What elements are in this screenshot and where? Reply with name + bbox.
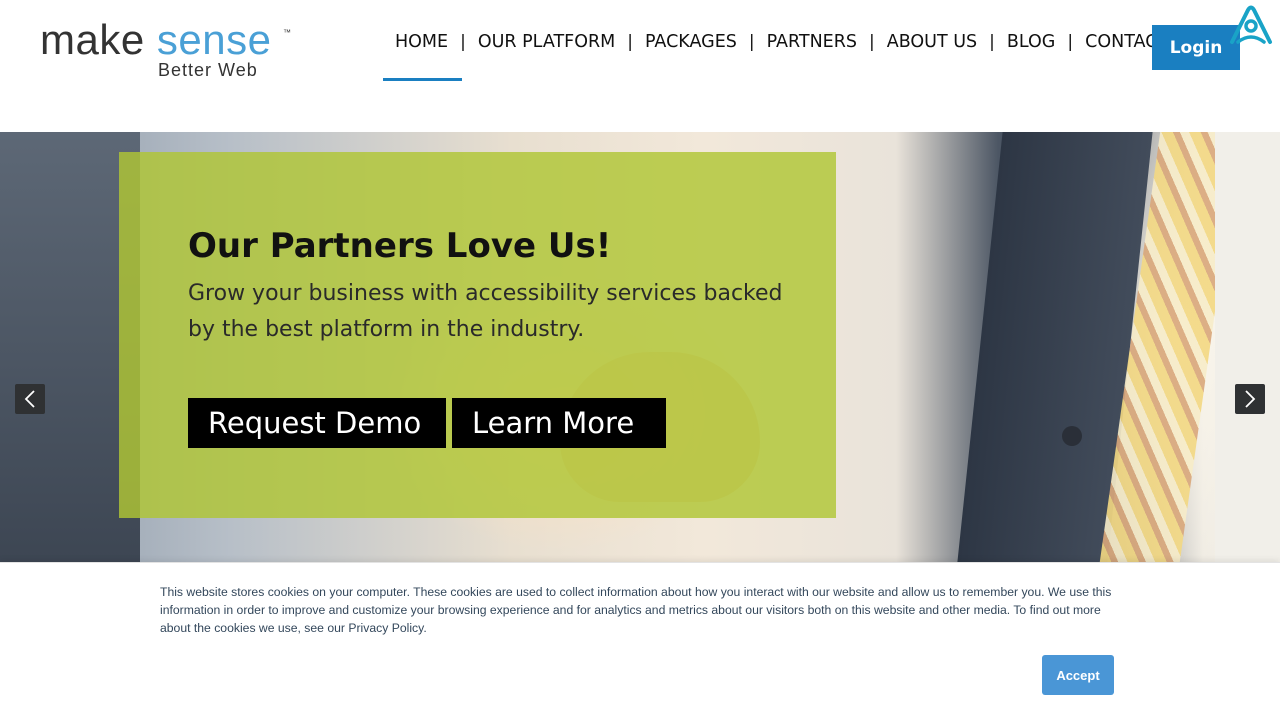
hero-subtitle: Grow your business with accessibility se…: [188, 281, 783, 342]
nav-item-home[interactable]: HOME: [383, 30, 460, 54]
nav-item-partners[interactable]: PARTNERS: [755, 30, 869, 54]
learn-more-button[interactable]: Learn More: [452, 398, 666, 448]
nav-item-our-platform[interactable]: OUR PLATFORM: [466, 30, 627, 54]
logo-make-text: make: [40, 16, 145, 63]
cookie-end-punct: .: [423, 621, 427, 635]
request-demo-button[interactable]: Request Demo: [188, 398, 446, 448]
privacy-policy-link[interactable]: Privacy Policy: [348, 621, 423, 635]
nav-item-about-us[interactable]: ABOUT US: [875, 30, 989, 54]
main-nav: HOME | OUR PLATFORM | PACKAGES | PARTNER…: [383, 30, 1180, 54]
nav-item-blog[interactable]: BLOG: [995, 30, 1067, 54]
accept-cookies-button[interactable]: Accept: [1042, 655, 1114, 695]
nav-active-indicator: [383, 78, 462, 81]
carousel-prev-button[interactable]: [15, 384, 45, 414]
hero-photo-shirt: [1215, 132, 1280, 562]
logo-tagline: Better Web: [158, 60, 258, 80]
hero-text-panel: Our Partners Love Us! Grow your business…: [119, 152, 836, 518]
cookie-banner: This website stores cookies on your comp…: [0, 562, 1280, 720]
carousel-next-button[interactable]: [1235, 384, 1265, 414]
accessibility-icon-svg: [1230, 5, 1272, 44]
hero-carousel: Our Partners Love Us! Grow your business…: [0, 132, 1280, 562]
site-header: make sense ™ Better Web HOME | OUR PLATF…: [0, 0, 1280, 132]
cookie-message: This website stores cookies on your comp…: [160, 585, 1112, 635]
logo-wordmark: make sense: [40, 18, 271, 62]
logo-sense-text: sense: [156, 16, 272, 63]
chevron-left-icon: [24, 390, 35, 408]
hero-photo-suit-button: [1062, 426, 1082, 446]
cookie-banner-text: This website stores cookies on your comp…: [160, 583, 1120, 637]
chevron-right-icon: [1245, 390, 1256, 408]
accessibility-icon[interactable]: [1228, 4, 1274, 46]
make-sense-logo[interactable]: make sense ™ Better Web: [40, 18, 300, 82]
hero-title: Our Partners Love Us!: [188, 226, 612, 266]
nav-item-packages[interactable]: PACKAGES: [633, 30, 749, 54]
logo-trademark: ™: [283, 28, 291, 37]
login-button[interactable]: Login: [1152, 25, 1240, 70]
